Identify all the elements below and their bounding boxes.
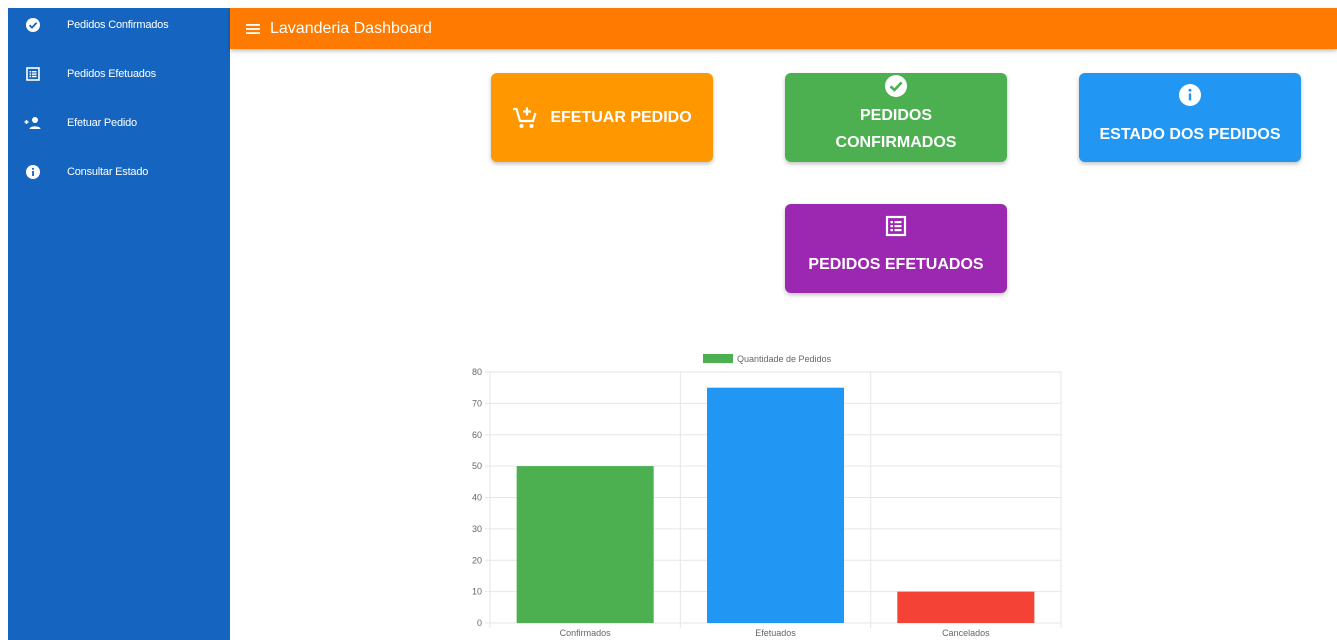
- y-tick-label: 70: [472, 398, 482, 408]
- bar-confirmados: [516, 466, 654, 623]
- bar-cancelados: [897, 591, 1035, 623]
- x-tick-label: Confirmados: [560, 628, 612, 638]
- x-tick-label: Efetuados: [755, 628, 796, 638]
- legend-swatch: [703, 354, 733, 363]
- x-tick-label: Cancelados: [942, 628, 990, 638]
- legend-label: Quantidade de Pedidos: [737, 354, 832, 364]
- y-tick-label: 40: [472, 493, 482, 503]
- bar-efetuados: [706, 387, 845, 623]
- y-tick-label: 80: [472, 367, 482, 377]
- y-tick-label: 0: [477, 618, 482, 628]
- y-tick-label: 20: [472, 555, 482, 565]
- y-tick-label: 10: [472, 587, 482, 597]
- pedidos-bar-chart: 0 10 20 30 40 50 60 70 80 Confirmados Efetuados Can…: [472, 354, 1062, 638]
- y-tick-label: 30: [472, 524, 482, 534]
- y-tick-label: 50: [472, 461, 482, 471]
- y-tick-label: 60: [472, 430, 482, 440]
